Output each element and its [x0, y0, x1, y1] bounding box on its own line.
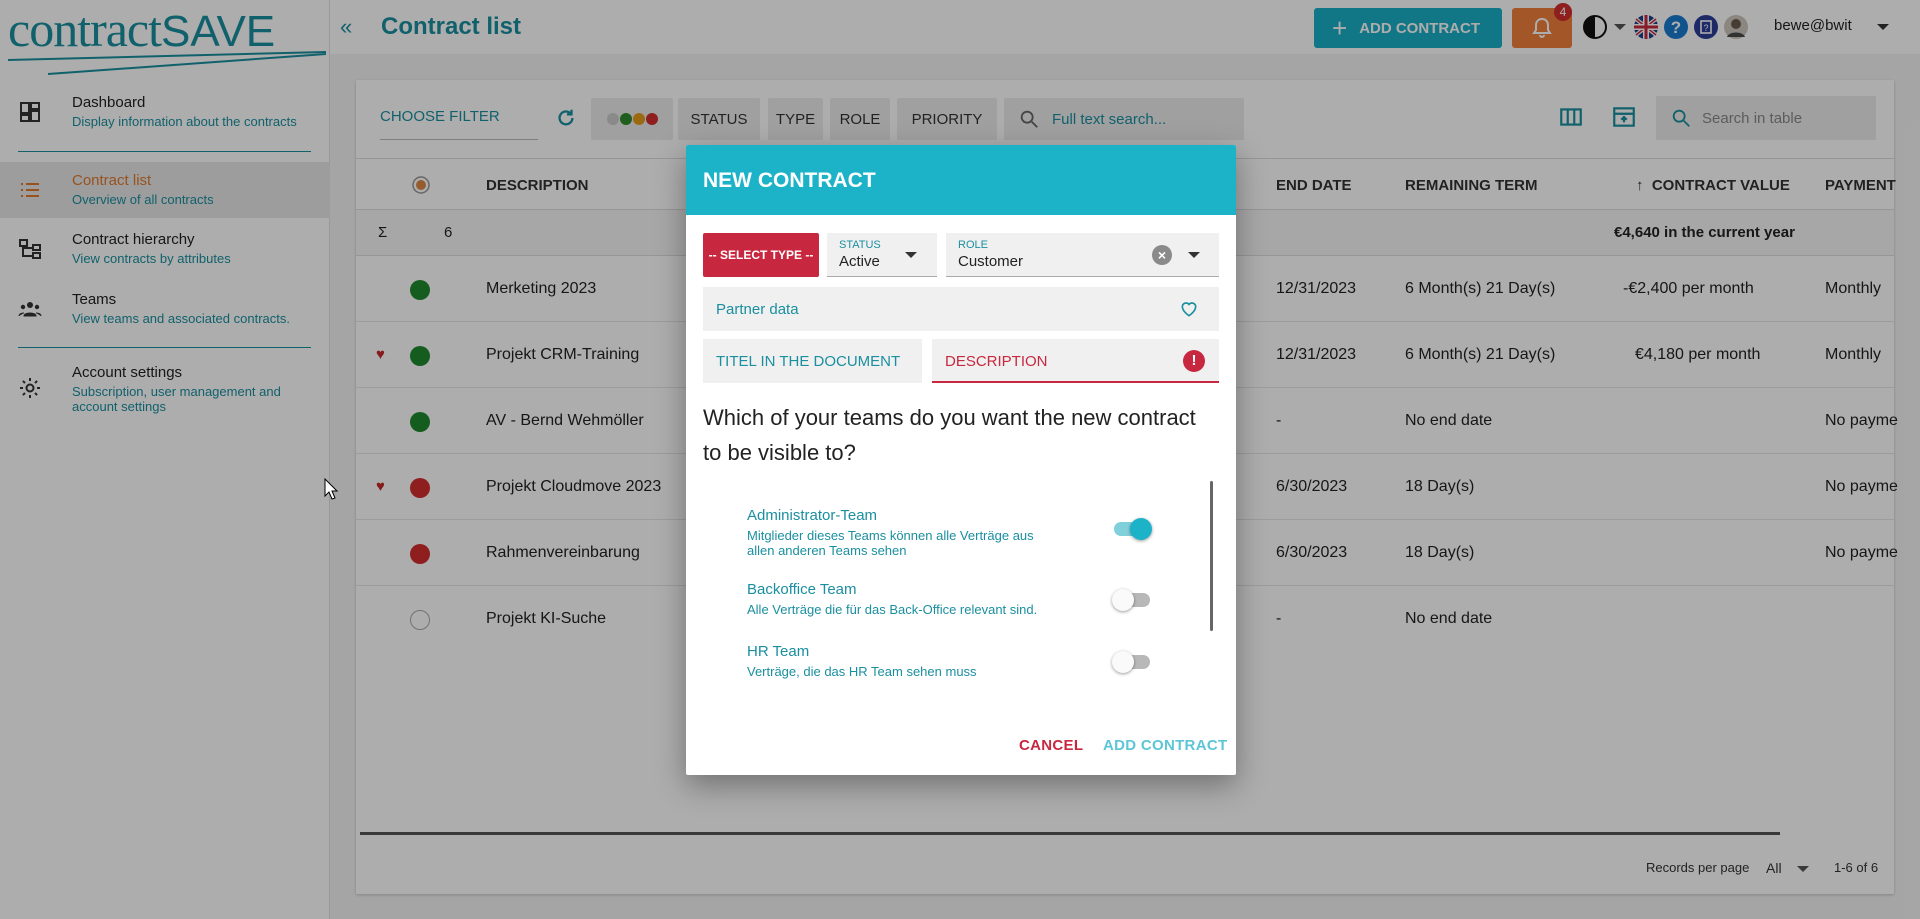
new-contract-dialog: NEW CONTRACT -- SELECT TYPE -- STATUS Ac… — [686, 145, 1236, 775]
partner-data-field[interactable]: Partner data — [703, 287, 1219, 331]
team-name: Backoffice Team — [747, 581, 857, 598]
partner-data-placeholder: Partner data — [716, 301, 799, 318]
clear-icon[interactable]: × — [1152, 245, 1172, 265]
status-value: Active — [839, 253, 880, 270]
title-in-document-field[interactable]: TITEL IN THE DOCUMENT — [703, 339, 922, 383]
team-name: Administrator-Team — [747, 507, 878, 524]
status-select[interactable]: STATUS Active — [827, 233, 937, 277]
chevron-down-icon — [905, 252, 917, 258]
role-select[interactable]: ROLE Customer × — [946, 233, 1219, 277]
vertical-scrollbar[interactable] — [1210, 481, 1213, 631]
role-label: ROLE — [958, 239, 988, 251]
teams-list[interactable]: Administrator-Team Mitglieder dieses Tea… — [703, 475, 1219, 685]
dialog-header: NEW CONTRACT — [686, 145, 1236, 215]
team-description: Alle Verträge die für das Back-Office re… — [747, 602, 1038, 617]
title-in-document-placeholder: TITEL IN THE DOCUMENT — [716, 353, 901, 370]
status-label: STATUS — [839, 239, 881, 251]
team-item-administrator: Administrator-Team Mitglieder dieses Tea… — [747, 507, 1167, 558]
team-name: HR Team — [747, 643, 810, 660]
team-toggle-administrator[interactable] — [1114, 518, 1152, 540]
error-icon: ! — [1183, 350, 1205, 372]
description-field[interactable]: DESCRIPTION ! — [932, 339, 1219, 383]
dialog-title: NEW CONTRACT — [703, 169, 876, 192]
chevron-down-icon[interactable] — [1188, 252, 1200, 258]
team-description: Verträge, die das HR Team sehen muss — [747, 664, 977, 679]
mouse-cursor-icon — [324, 478, 338, 500]
select-type-button[interactable]: -- SELECT TYPE -- — [703, 233, 819, 277]
team-item-hr: HR Team Verträge, die das HR Team sehen … — [747, 643, 1167, 679]
add-contract-dialog-button[interactable]: ADD CONTRACT — [1103, 737, 1227, 754]
team-item-backoffice: Backoffice Team Alle Verträge die für da… — [747, 581, 1167, 617]
team-toggle-hr[interactable] — [1112, 651, 1150, 673]
team-toggle-backoffice[interactable] — [1112, 589, 1150, 611]
cancel-button[interactable]: CANCEL — [1019, 737, 1083, 754]
description-placeholder: DESCRIPTION — [945, 353, 1048, 370]
heart-outline-icon[interactable] — [1179, 299, 1199, 319]
role-value: Customer — [958, 253, 1024, 270]
team-description: Mitglieder dieses Teams können alle Vert… — [747, 528, 1034, 558]
teams-question: Which of your teams do you want the new … — [703, 405, 1196, 465]
